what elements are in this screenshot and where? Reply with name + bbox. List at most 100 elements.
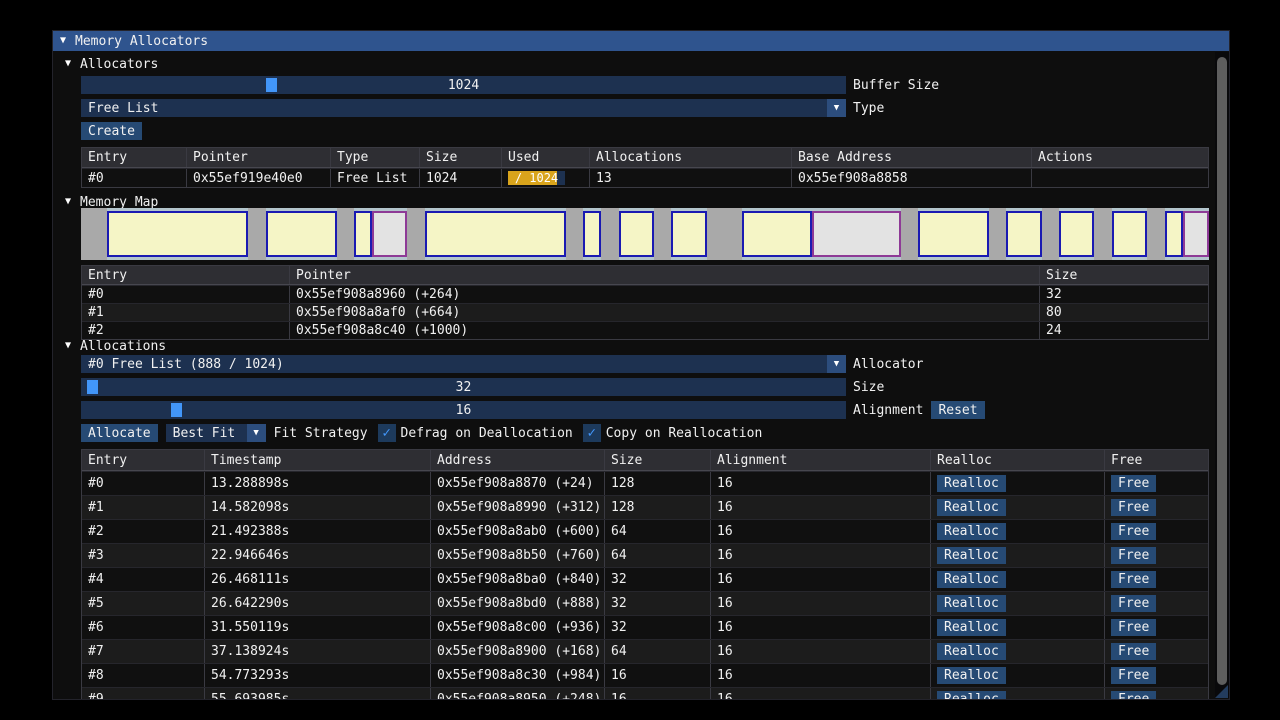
cell-address: 0x55ef908a8990 (+312): [431, 496, 605, 519]
cell-entry: #3: [82, 544, 205, 567]
realloc-button[interactable]: Realloc: [937, 499, 1006, 516]
combo-arrow-button[interactable]: ▼: [827, 355, 846, 373]
memory-map-segment-alloc[interactable]: [425, 211, 566, 257]
free-button[interactable]: Free: [1111, 547, 1156, 564]
table-row: #526.642290s0x55ef908a8bd0 (+888)3216Rea…: [82, 591, 1208, 615]
cell-realloc: Realloc: [931, 568, 1105, 591]
column-header: Pointer: [290, 266, 1040, 284]
memory-map-segment-alloc[interactable]: [583, 211, 601, 257]
memory-map-segment-alloc[interactable]: [1165, 211, 1183, 257]
cell-realloc: Realloc: [931, 616, 1105, 639]
column-header: Size: [1040, 266, 1208, 284]
memory-map-segment-pad: [337, 208, 355, 260]
cell-realloc: Realloc: [931, 520, 1105, 543]
column-header: Realloc: [931, 450, 1105, 470]
alignment-slider[interactable]: 16: [81, 401, 846, 419]
free-button[interactable]: Free: [1111, 595, 1156, 612]
free-button[interactable]: Free: [1111, 475, 1156, 492]
tree-arrow-icon[interactable]: ▼: [65, 59, 71, 69]
cell-timestamp: 22.946646s: [205, 544, 431, 567]
cell-timestamp: 21.492388s: [205, 520, 431, 543]
cell-size: 24: [1040, 322, 1208, 339]
free-button[interactable]: Free: [1111, 643, 1156, 660]
memory-map-segment-free[interactable]: [812, 211, 900, 257]
realloc-button[interactable]: Realloc: [937, 547, 1006, 564]
realloc-button[interactable]: Realloc: [937, 475, 1006, 492]
cell-free: Free: [1105, 688, 1208, 700]
table-row: #737.138924s0x55ef908a8900 (+168)6416Rea…: [82, 639, 1208, 663]
free-button[interactable]: Free: [1111, 523, 1156, 540]
allocator-combo[interactable]: #0 Free List (888 / 1024) ▼: [81, 355, 846, 373]
realloc-button[interactable]: Realloc: [937, 643, 1006, 660]
size-slider[interactable]: 32: [81, 378, 846, 396]
collapse-arrow-icon[interactable]: ▼: [60, 36, 66, 46]
fit-strategy-value: Best Fit: [173, 426, 236, 441]
memory-map-segment-alloc[interactable]: [107, 211, 248, 257]
memory-map-segment-alloc[interactable]: [918, 211, 989, 257]
cell-entry: #4: [82, 568, 205, 591]
memory-map-segment-free[interactable]: [1183, 211, 1209, 257]
cell-size: 16: [605, 664, 711, 687]
realloc-button[interactable]: Realloc: [937, 667, 1006, 684]
memory-map-segment-alloc[interactable]: [1059, 211, 1094, 257]
tree-arrow-icon[interactable]: ▼: [65, 341, 71, 351]
table-row: #426.468111s0x55ef908a8ba0 (+840)3216Rea…: [82, 567, 1208, 591]
resize-grip-icon[interactable]: [1215, 685, 1228, 698]
free-button[interactable]: Free: [1111, 571, 1156, 588]
memory-map-segment-free[interactable]: [372, 211, 407, 257]
free-button[interactable]: Free: [1111, 667, 1156, 684]
free-button[interactable]: Free: [1111, 619, 1156, 636]
column-header: Address: [431, 450, 605, 470]
type-combo[interactable]: Free List ▼: [81, 99, 846, 117]
memory-map-segment-alloc[interactable]: [1112, 211, 1147, 257]
allocations-table: EntryTimestampAddressSizeAlignmentReallo…: [81, 449, 1209, 700]
section-allocations[interactable]: ▼ Allocations: [65, 337, 166, 355]
defrag-checkbox[interactable]: ✓: [378, 424, 396, 442]
memory-map-segment-alloc[interactable]: [1006, 211, 1041, 257]
buffer-size-label: Buffer Size: [853, 78, 939, 93]
size-label: Size: [853, 380, 884, 395]
memory-map-segment-pad: [1094, 208, 1112, 260]
realloc-button[interactable]: Realloc: [937, 571, 1006, 588]
free-button[interactable]: Free: [1111, 499, 1156, 516]
memory-map-segment-alloc[interactable]: [619, 211, 654, 257]
table-row: #955.693985s0x55ef908a8950 (+248)1616Rea…: [82, 687, 1208, 700]
copy-checkbox[interactable]: ✓: [583, 424, 601, 442]
column-header: Size: [420, 148, 502, 167]
cell-used: / 1024: [502, 169, 590, 187]
column-header: Type: [331, 148, 420, 167]
cell-entry: #0: [82, 169, 187, 187]
cell-size: 32: [605, 568, 711, 591]
free-list-table: EntryPointerSize#00x55ef908a8960 (+264)3…: [81, 265, 1209, 340]
cell-entry: #9: [82, 688, 205, 700]
realloc-button[interactable]: Realloc: [937, 619, 1006, 636]
fit-strategy-combo[interactable]: Best Fit ▼: [166, 424, 266, 442]
cell-timestamp: 26.468111s: [205, 568, 431, 591]
tree-arrow-icon[interactable]: ▼: [65, 197, 71, 207]
size-slider-value: 32: [81, 378, 846, 396]
column-header: Alignment: [711, 450, 931, 470]
memory-map-segment-pad: [1147, 208, 1165, 260]
combo-arrow-button[interactable]: ▼: [827, 99, 846, 117]
create-button[interactable]: Create: [81, 122, 142, 140]
section-allocators[interactable]: ▼ Allocators: [65, 55, 158, 73]
used-progress-bar: / 1024: [508, 171, 565, 185]
realloc-button[interactable]: Realloc: [937, 595, 1006, 612]
memory-map-segment-alloc[interactable]: [671, 211, 706, 257]
scrollbar-grab[interactable]: [1217, 57, 1227, 685]
free-button[interactable]: Free: [1111, 691, 1156, 700]
vertical-scrollbar[interactable]: [1215, 52, 1229, 698]
realloc-button[interactable]: Realloc: [937, 523, 1006, 540]
window-titlebar[interactable]: ▼ Memory Allocators: [53, 31, 1229, 51]
allocate-button[interactable]: Allocate: [81, 424, 158, 442]
memory-map-segment-alloc[interactable]: [354, 211, 372, 257]
memory-map-segment-alloc[interactable]: [266, 211, 337, 257]
realloc-button[interactable]: Realloc: [937, 691, 1006, 700]
memory-map-segment-alloc[interactable]: [742, 211, 813, 257]
buffer-size-slider[interactable]: 1024: [81, 76, 846, 94]
chevron-down-icon: ▼: [834, 104, 839, 113]
combo-arrow-button[interactable]: ▼: [247, 424, 266, 442]
table-header-row: EntryTimestampAddressSizeAlignmentReallo…: [82, 450, 1208, 471]
table-row: #322.946646s0x55ef908a8b50 (+760)6416Rea…: [82, 543, 1208, 567]
reset-button[interactable]: Reset: [931, 401, 984, 419]
